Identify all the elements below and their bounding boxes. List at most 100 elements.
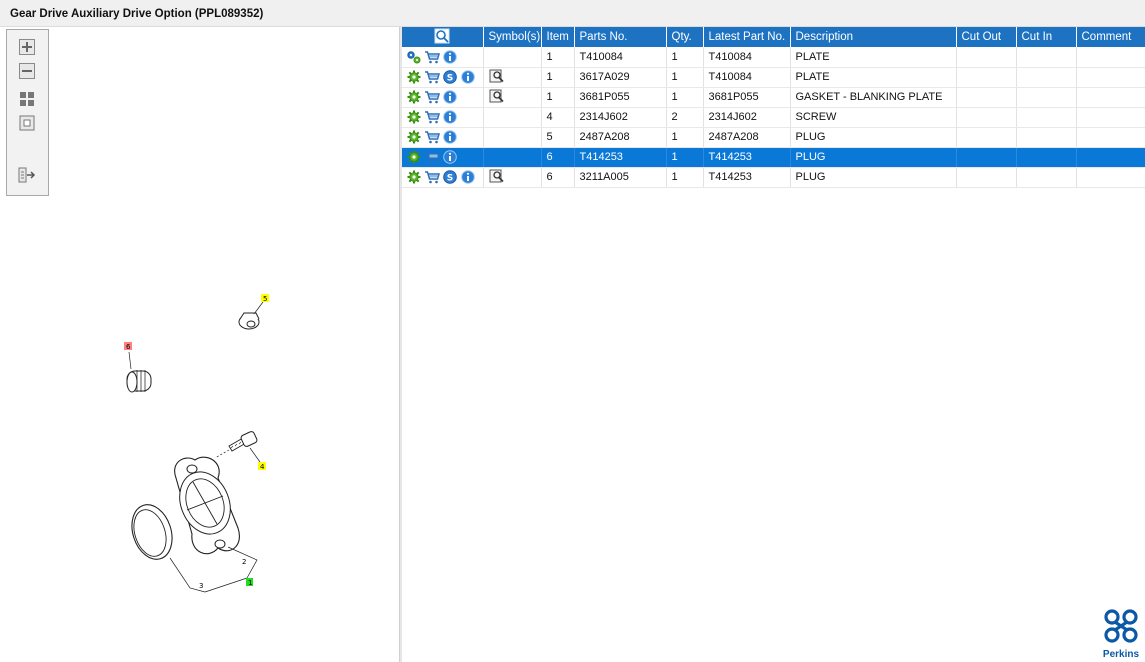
callout-5[interactable]: 5 — [263, 295, 267, 303]
find-in-drawing-icon[interactable] — [489, 88, 505, 104]
add-to-cart-icon[interactable] — [424, 109, 440, 125]
latest-part-no-cell: T414253 — [703, 147, 791, 168]
comment-cell — [1076, 107, 1145, 128]
item-cell: 5 — [541, 127, 575, 148]
info-icon[interactable] — [460, 169, 476, 185]
qty-cell: 1 — [666, 167, 704, 188]
callout-3[interactable]: 3 — [199, 582, 203, 590]
column-header-cut-in[interactable]: Cut In — [1016, 27, 1077, 47]
blanking-plate-part[interactable] — [171, 456, 240, 555]
column-header-symbols[interactable]: Symbol(s) — [483, 27, 542, 47]
settings-gear-icon[interactable] — [406, 69, 422, 85]
table-row[interactable]: 4 2314J602 2 2314J602 SCREW — [402, 107, 1145, 128]
column-header-item[interactable]: Item — [541, 27, 575, 47]
table-row[interactable]: 5 2487A208 1 2487A208 PLUG — [402, 127, 1145, 148]
callout-1[interactable]: 1 — [248, 579, 252, 587]
comment-cell — [1076, 147, 1145, 168]
table-row[interactable]: 1 3681P055 1 3681P055 GASKET - BLANKING PLAT… — [402, 87, 1145, 108]
cut-in-cell — [1016, 47, 1077, 68]
callout-2[interactable]: 2 — [242, 558, 246, 566]
parts-table-body: 1 T410084 1 T410084 PLATE S 1 3617A029 1 T410084 P… — [402, 47, 1145, 188]
info-icon[interactable] — [442, 89, 458, 105]
add-to-cart-icon[interactable] — [424, 89, 440, 105]
zoom-out-button[interactable] — [17, 62, 37, 80]
cut-in-cell — [1016, 167, 1077, 188]
column-header-latest-part-no[interactable]: Latest Part No. — [703, 27, 791, 47]
screw-4-part[interactable] — [214, 431, 261, 463]
perkins-logo: Perkins — [1101, 608, 1141, 660]
svg-text:S: S — [447, 74, 453, 84]
table-row[interactable]: 6 T414253 1 T414253 PLUG — [402, 147, 1145, 168]
svg-text:S: S — [447, 174, 453, 184]
configure-icon[interactable] — [406, 49, 422, 65]
cut-in-cell — [1016, 127, 1077, 148]
title-bar: Gear Drive Auxiliary Drive Option (PPL08… — [0, 0, 1145, 27]
column-header-description[interactable]: Description — [790, 27, 957, 47]
column-header-parts-no[interactable]: Parts No. — [574, 27, 667, 47]
info-icon[interactable] — [442, 129, 458, 145]
symbols-cell — [483, 87, 542, 108]
info-icon[interactable] — [442, 49, 458, 65]
cut-out-cell — [956, 127, 1017, 148]
add-to-cart-icon[interactable] — [424, 69, 440, 85]
parts-list-pane: Symbol(s) Item Parts No. Qty. Latest Par… — [402, 27, 1145, 662]
item-cell: 1 — [541, 47, 575, 68]
add-to-cart-icon[interactable] — [424, 149, 440, 165]
callout-4[interactable]: 4 — [260, 463, 265, 471]
callout-6[interactable]: 6 — [126, 343, 131, 351]
settings-gear-icon[interactable] — [406, 149, 422, 165]
row-actions-cell: S — [402, 67, 484, 88]
latest-part-no-cell: T410084 — [703, 47, 791, 68]
info-icon[interactable] — [442, 109, 458, 125]
fit-page-button[interactable] — [17, 114, 37, 132]
export-icon — [18, 167, 36, 183]
export-button[interactable] — [17, 166, 37, 184]
parts-table: Symbol(s) Item Parts No. Qty. Latest Par… — [402, 27, 1145, 188]
description-cell: PLATE — [790, 47, 957, 68]
table-header: Symbol(s) Item Parts No. Qty. Latest Par… — [402, 27, 1145, 47]
table-row[interactable]: S 6 3211A005 1 T414253 PLUG — [402, 167, 1145, 188]
add-to-cart-icon[interactable] — [424, 49, 440, 65]
find-in-drawing-icon[interactable] — [489, 68, 505, 84]
window-title: Gear Drive Auxiliary Drive Option (PPL08… — [10, 8, 264, 20]
item-cell: 1 — [541, 67, 575, 88]
add-to-cart-icon[interactable] — [424, 129, 440, 145]
table-row[interactable]: 1 T410084 1 T410084 PLATE — [402, 47, 1145, 68]
settings-gear-icon[interactable] — [406, 129, 422, 145]
zoom-in-button[interactable] — [17, 38, 37, 56]
description-cell: SCREW — [790, 107, 957, 128]
cut-out-cell — [956, 147, 1017, 168]
info-icon[interactable] — [442, 149, 458, 165]
row-actions-cell — [402, 147, 484, 168]
item-cell: 6 — [541, 167, 575, 188]
symbols-cell — [483, 107, 542, 128]
column-header-actions[interactable] — [402, 27, 484, 47]
supersession-icon[interactable]: S — [442, 169, 458, 185]
qty-cell: 2 — [666, 107, 704, 128]
gasket-part[interactable] — [125, 499, 178, 564]
plug-6-part[interactable] — [126, 351, 152, 393]
column-header-comment[interactable]: Comment — [1076, 27, 1145, 47]
brand-name: Perkins — [1102, 649, 1140, 660]
info-icon[interactable] — [460, 69, 476, 85]
row-actions-cell — [402, 107, 484, 128]
item-cell: 4 — [541, 107, 575, 128]
comment-cell — [1076, 167, 1145, 188]
qty-cell: 1 — [666, 147, 704, 168]
settings-gear-icon[interactable] — [406, 169, 422, 185]
column-header-cut-out[interactable]: Cut Out — [956, 27, 1017, 47]
find-in-drawing-icon[interactable] — [489, 168, 505, 184]
settings-gear-icon[interactable] — [406, 89, 422, 105]
parts-no-cell: T410084 — [574, 47, 667, 68]
supersession-icon[interactable]: S — [442, 69, 458, 85]
zoom-out-icon — [19, 63, 35, 79]
settings-gear-icon[interactable] — [406, 109, 422, 125]
fit-all-button[interactable] — [17, 90, 37, 108]
plug-5-part[interactable] — [238, 301, 264, 330]
fit-page-icon — [19, 115, 35, 131]
table-row[interactable]: S 1 3617A029 1 T410084 PLATE — [402, 67, 1145, 88]
description-cell: PLUG — [790, 167, 957, 188]
latest-part-no-cell: T410084 — [703, 67, 791, 88]
add-to-cart-icon[interactable] — [424, 169, 440, 185]
column-header-qty[interactable]: Qty. — [666, 27, 704, 47]
